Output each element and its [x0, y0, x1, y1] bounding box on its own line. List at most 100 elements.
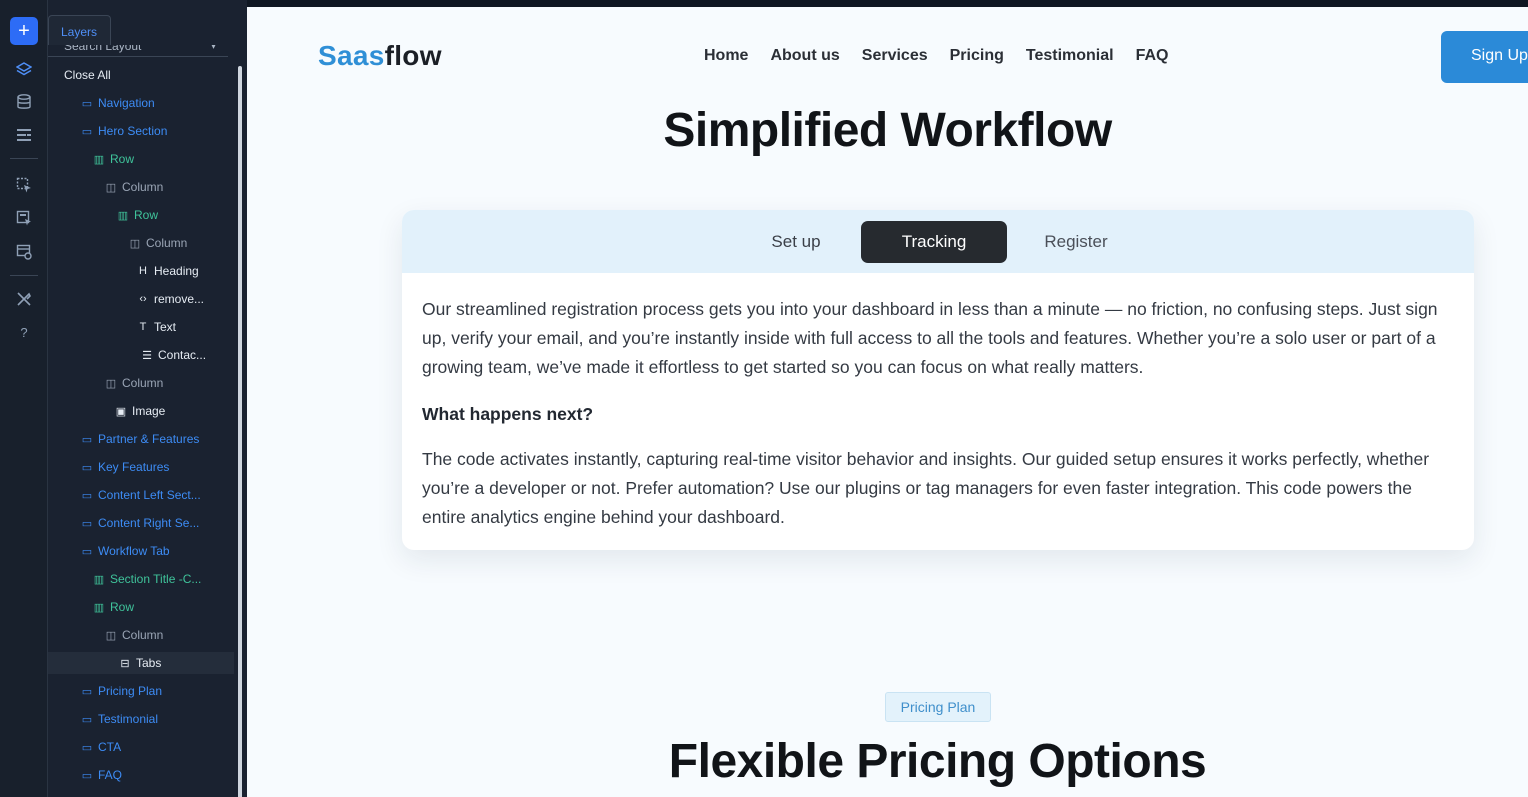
layer-item[interactable]: T Text — [136, 316, 176, 338]
layer-item-label: Workflow Tab — [98, 544, 170, 558]
tab-paragraph-1: Our streamlined registration process get… — [422, 299, 1438, 377]
nav-pricing[interactable]: Pricing — [950, 47, 1004, 65]
icon-rail: + ? — [0, 0, 48, 797]
layer-item-label: CTA — [98, 740, 122, 754]
layer-item-label: Text — [154, 320, 177, 334]
row-icon: ▥ — [93, 573, 105, 586]
layer-item[interactable]: ▭ Partner & Features — [80, 428, 200, 450]
row-icon: ▥ — [93, 153, 105, 166]
layer-item-label: Row — [110, 600, 135, 614]
layer-item[interactable]: ▭ Key Features — [80, 456, 170, 478]
layer-item[interactable]: ▭ Pricing Plan — [80, 680, 162, 702]
panel-scrollbar[interactable] — [238, 66, 242, 797]
layer-item-label: Navigation — [98, 96, 155, 110]
workflow-tabs: Set up Tracking Register Our streamlined… — [402, 210, 1474, 550]
tools-icon[interactable] — [10, 285, 38, 313]
logo-part-flow: flow — [384, 40, 442, 71]
layer-item-label: Row — [110, 152, 135, 166]
layer-item[interactable]: ▭ Content Left Sect... — [80, 484, 201, 506]
layer-item-label: Column — [122, 180, 164, 194]
layer-item-label: Content Left Sect... — [98, 488, 201, 502]
layer-item[interactable]: ◫ Column — [104, 372, 164, 394]
layer-item-label: Column — [146, 236, 188, 250]
rail-divider — [10, 275, 38, 276]
layer-item[interactable]: ▭ FAQ — [80, 764, 122, 786]
workflow-title: Simplified Workflow — [663, 104, 1112, 157]
layer-item-label: Hero Section — [98, 124, 168, 138]
layer-item[interactable]: ▣ Image — [114, 400, 166, 422]
section-icon: ▭ — [81, 461, 93, 474]
layer-item-label: Column — [122, 628, 164, 642]
layer-item-label: Section Title -C... — [110, 572, 202, 586]
layer-item-label: Partner & Features — [98, 432, 200, 446]
list-icon[interactable] — [10, 121, 38, 149]
layer-item[interactable]: ▭ CTA — [80, 736, 121, 758]
layer-item[interactable]: ‹› remove... — [136, 288, 204, 310]
pricing-plan-badge: Pricing Plan — [885, 692, 991, 722]
tab-content: Our streamlined registration process get… — [422, 295, 1452, 532]
nav-faq[interactable]: FAQ — [1136, 47, 1169, 65]
layer-item[interactable]: ▭ Content Right Se... — [80, 512, 200, 534]
layer-item[interactable]: ▭ Hero Section — [80, 120, 168, 142]
heading-icon: H — [139, 265, 147, 277]
page-canvas: Saasflow Home About us Services Pricing … — [247, 7, 1528, 797]
layer-item[interactable]: ▭ Testimonial — [80, 708, 158, 730]
search-layout-dropdown[interactable]: Search Layout ▾ — [48, 45, 228, 57]
layer-item[interactable]: ▥ Section Title -C... — [92, 568, 202, 590]
section-icon: ▭ — [81, 433, 93, 446]
section-icon: ▭ — [81, 517, 93, 530]
layer-item[interactable]: ▥ Row — [92, 148, 134, 170]
layers-tab[interactable]: Layers — [48, 15, 111, 45]
site-logo[interactable]: Saasflow — [318, 40, 442, 72]
layer-item[interactable]: ◫ Column — [128, 232, 188, 254]
nav-services[interactable]: Services — [862, 47, 928, 65]
tab-paragraph-2: The code activates instantly, capturing … — [422, 449, 1430, 527]
section-icon: ▭ — [81, 97, 93, 110]
layer-item[interactable]: ▭ Navigation — [80, 92, 155, 114]
code-icon: ‹› — [139, 293, 147, 305]
column-icon: ◫ — [105, 377, 117, 390]
nav-home[interactable]: Home — [704, 47, 748, 65]
help-icon[interactable]: ? — [10, 318, 38, 346]
layer-item[interactable]: ▥ Row — [92, 596, 134, 618]
tab-set-up[interactable]: Set up — [742, 221, 850, 263]
database-icon[interactable] — [10, 88, 38, 116]
sign-up-button[interactable]: Sign Up — [1441, 31, 1528, 83]
section-icon: ▭ — [81, 545, 93, 558]
close-all-button[interactable]: Close All — [64, 68, 111, 82]
add-icon[interactable]: + — [10, 17, 38, 45]
component-icon[interactable] — [10, 204, 38, 232]
layers-panel: Layers Search Layout ▾ Close All ▭ Naviga… — [48, 0, 247, 797]
layer-item-label: remove... — [154, 292, 205, 306]
column-icon: ◫ — [105, 629, 117, 642]
layer-item-label: Column — [122, 376, 164, 390]
layer-item[interactable]: ▥ Row — [116, 204, 158, 226]
layer-item[interactable]: ◫ Column — [104, 624, 164, 646]
row-icon: ▥ — [93, 601, 105, 614]
top-strip — [247, 0, 1528, 7]
image-icon: ▣ — [115, 405, 127, 418]
layer-item[interactable]: ☰ Contac... — [140, 344, 206, 366]
row-icon: ▥ — [117, 209, 129, 222]
column-icon: ◫ — [105, 181, 117, 194]
section-icon: ▭ — [81, 125, 93, 138]
layer-item-label: FAQ — [98, 768, 123, 782]
layer-item[interactable]: ▭ Workflow Tab — [80, 540, 170, 562]
tab-register[interactable]: Register — [1022, 221, 1130, 263]
layers-icon[interactable] — [10, 56, 38, 84]
layer-item[interactable]: ⊟ Tabs — [48, 652, 234, 674]
layer-item-label: Image — [132, 404, 166, 418]
tab-tracking[interactable]: Tracking — [861, 221, 1007, 263]
section-icon: ▭ — [81, 489, 93, 502]
nav-testimonial[interactable]: Testimonial — [1026, 47, 1114, 65]
column-icon: ◫ — [129, 237, 141, 250]
layer-item[interactable]: ◫ Column — [104, 176, 164, 198]
layer-item[interactable]: H Heading — [136, 260, 199, 282]
search-layout-label: Search Layout — [64, 45, 142, 53]
page-select-icon[interactable] — [10, 171, 38, 199]
settings-panel-icon[interactable] — [10, 238, 38, 266]
layer-item-label: Content Right Se... — [98, 516, 200, 530]
form-icon: ☰ — [142, 349, 152, 362]
text-icon: T — [139, 321, 147, 333]
nav-about-us[interactable]: About us — [770, 47, 839, 65]
